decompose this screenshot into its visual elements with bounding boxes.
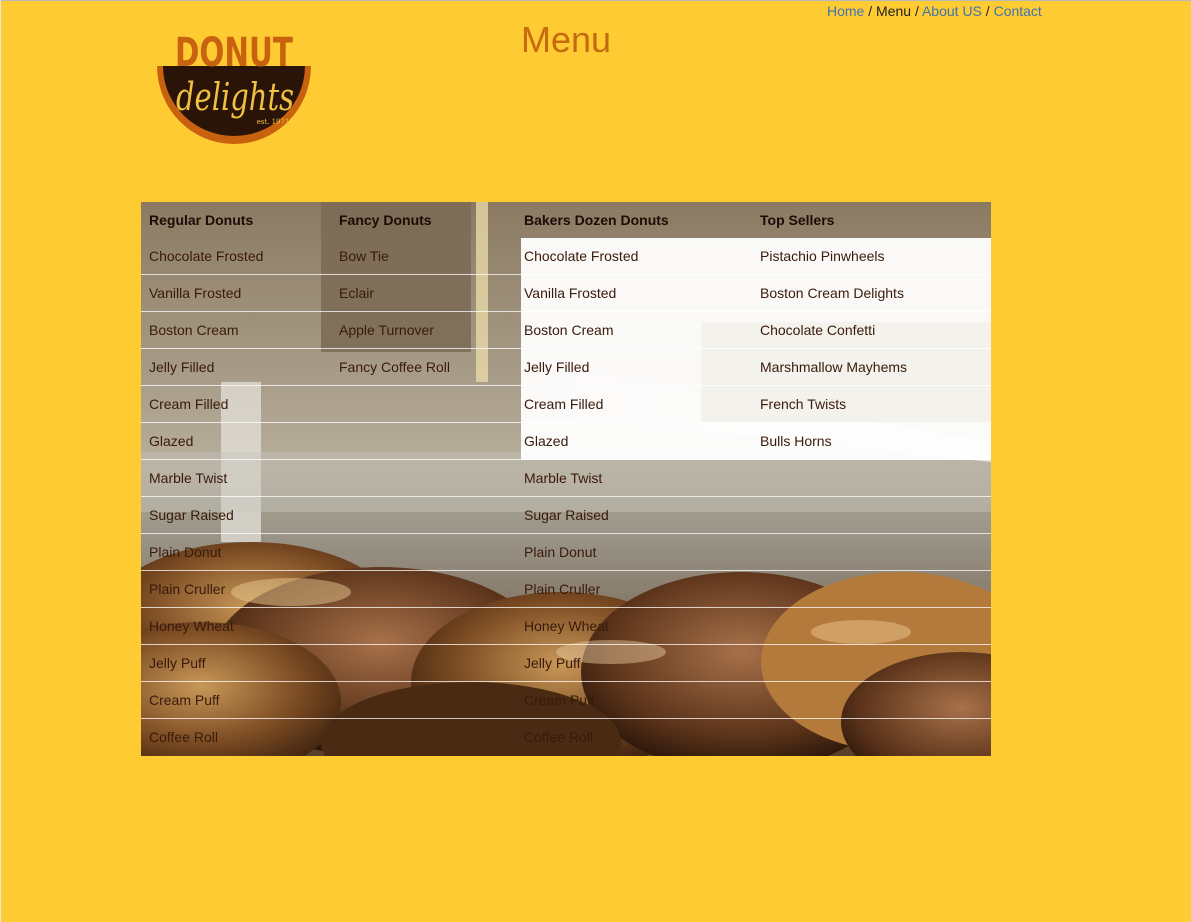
table-cell: Cream Puff: [149, 692, 220, 708]
table-row: Jelly Filled Fancy Coffee Roll Jelly Fil…: [141, 349, 991, 386]
window-left-border: [0, 0, 1, 922]
nav-item-menu-current: Menu: [876, 3, 912, 19]
table-cell: [331, 534, 516, 571]
table-cell: Cream Filled: [524, 396, 604, 412]
svg-text:DONUT: DONUT: [175, 30, 294, 76]
table-cell: Bow Tie: [339, 248, 389, 264]
table-cell: [752, 460, 991, 497]
table-cell: Bulls Horns: [760, 433, 832, 449]
table-header-row: Regular Donuts Fancy Donuts Bakers Dozen…: [141, 202, 991, 238]
table-cell: [752, 719, 991, 756]
window-top-border: [0, 0, 1191, 1]
table-cell: Marshmallow Mayhems: [760, 359, 908, 375]
table-row: Honey Wheat Honey Wheat: [141, 608, 991, 645]
table-cell: French Twists: [760, 396, 847, 412]
donut-delights-logo[interactable]: DONUT delights est. 1971: [155, 26, 313, 148]
table-cell: Marble Twist: [524, 470, 603, 486]
table-cell: Glazed: [524, 433, 569, 449]
table-cell: Glazed: [149, 433, 194, 449]
table-cell: Chocolate Frosted: [524, 248, 639, 264]
table-cell: [752, 608, 991, 645]
table-row: Plain Donut Plain Donut: [141, 534, 991, 571]
table-cell: Plain Donut: [149, 544, 222, 560]
column-header-regular-donuts: Regular Donuts: [149, 212, 254, 228]
table-cell: Boston Cream: [524, 322, 614, 338]
table-cell: Chocolate Confetti: [760, 322, 876, 338]
table-cell: Jelly Filled: [524, 359, 590, 375]
table-cell: Apple Turnover: [339, 322, 434, 338]
table-cell: Plain Cruller: [524, 581, 601, 597]
table-row: Vanilla Frosted Eclair Vanilla Frosted B…: [141, 275, 991, 312]
table-cell: Eclair: [339, 285, 375, 301]
nav-link-home[interactable]: Home: [827, 3, 864, 19]
table-cell: Honey Wheat: [524, 618, 609, 634]
table-cell: [752, 497, 991, 534]
table-cell: [752, 682, 991, 719]
table-cell: Marble Twist: [149, 470, 228, 486]
menu-panel: Regular Donuts Fancy Donuts Bakers Dozen…: [141, 202, 991, 756]
table-row: Chocolate Frosted Bow Tie Chocolate Fros…: [141, 238, 991, 275]
table-cell: [331, 719, 516, 756]
column-header-fancy-donuts: Fancy Donuts: [339, 212, 432, 228]
table-cell: Coffee Roll: [524, 729, 594, 745]
table-row: Plain Cruller Plain Cruller: [141, 571, 991, 608]
table-cell: [331, 682, 516, 719]
table-cell: Coffee Roll: [149, 729, 219, 745]
table-cell: [752, 645, 991, 682]
nav-separator: /: [868, 3, 873, 19]
table-cell: [752, 571, 991, 608]
table-cell: Vanilla Frosted: [149, 285, 242, 301]
table-cell: Pistachio Pinwheels: [760, 248, 885, 264]
table-cell: Honey Wheat: [149, 618, 234, 634]
table-cell: [331, 423, 516, 460]
table-row: Marble Twist Marble Twist: [141, 460, 991, 497]
table-cell: [331, 460, 516, 497]
table-cell: Jelly Puff: [524, 655, 581, 671]
nav-link-contact[interactable]: Contact: [994, 3, 1042, 19]
table-cell: [331, 497, 516, 534]
top-nav: Home / Menu / About US / Contact: [827, 3, 1042, 19]
table-cell: Vanilla Frosted: [524, 285, 617, 301]
table-row: Cream Puff Cream Puff: [141, 682, 991, 719]
table-row: Glazed Glazed Bulls Horns: [141, 423, 991, 460]
table-cell: Plain Donut: [524, 544, 597, 560]
column-header-top-sellers: Top Sellers: [760, 212, 835, 228]
table-row: Boston Cream Apple Turnover Boston Cream…: [141, 312, 991, 349]
table-cell: Sugar Raised: [149, 507, 234, 523]
page-title: Menu: [521, 19, 612, 60]
nav-separator: /: [985, 3, 990, 19]
table-cell: Cream Puff: [524, 692, 595, 708]
table-row: Jelly Puff Jelly Puff: [141, 645, 991, 682]
table-row: Coffee Roll Coffee Roll: [141, 719, 991, 756]
table-cell: Boston Cream Delights: [760, 285, 904, 301]
donut-menu-table: Regular Donuts Fancy Donuts Bakers Dozen…: [141, 202, 991, 755]
nav-separator: /: [914, 3, 919, 19]
nav-link-about-us[interactable]: About US: [922, 3, 982, 19]
table-cell: Plain Cruller: [149, 581, 226, 597]
table-cell: Boston Cream: [149, 322, 239, 338]
table-cell: [752, 534, 991, 571]
table-cell: Fancy Coffee Roll: [339, 359, 451, 375]
logo-graphic: DONUT delights est. 1971: [157, 30, 311, 144]
table-row: Cream Filled Cream Filled French Twists: [141, 386, 991, 423]
svg-text:est. 1971: est. 1971: [257, 118, 290, 126]
table-cell: Cream Filled: [149, 396, 229, 412]
table-cell: Chocolate Frosted: [149, 248, 264, 264]
table-cell: Sugar Raised: [524, 507, 609, 523]
table-cell: [331, 645, 516, 682]
table-cell: [331, 386, 516, 423]
table-cell: Jelly Puff: [149, 655, 206, 671]
table-cell: Jelly Filled: [149, 359, 215, 375]
table-cell: [331, 571, 516, 608]
svg-text:delights: delights: [176, 75, 294, 119]
table-cell: [331, 608, 516, 645]
table-row: Sugar Raised Sugar Raised: [141, 497, 991, 534]
column-header-bakers-dozen-donuts: Bakers Dozen Donuts: [524, 212, 669, 228]
